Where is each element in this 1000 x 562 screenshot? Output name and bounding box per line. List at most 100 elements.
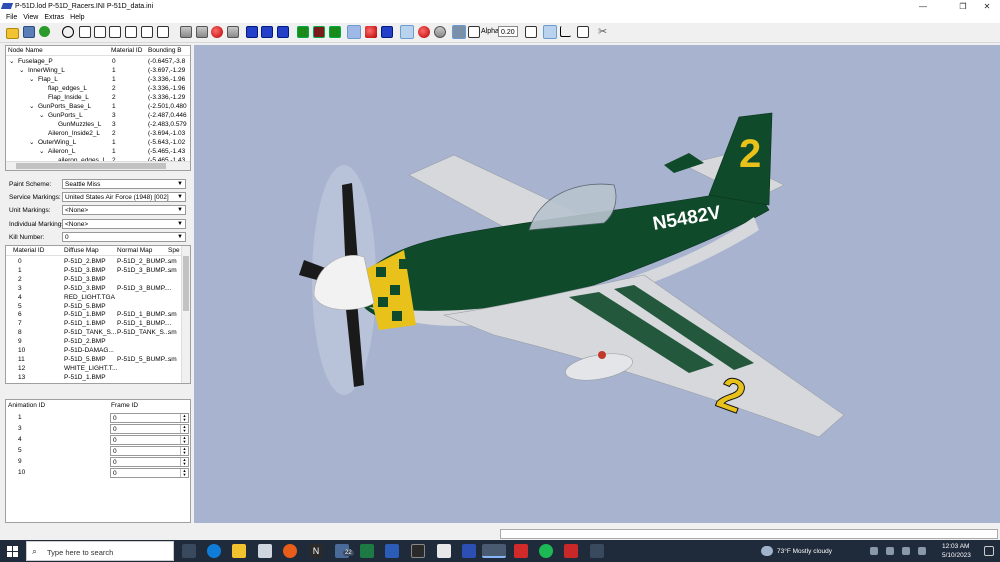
settings-icon[interactable] [437,544,451,558]
normals-icon[interactable] [246,26,258,38]
zoom-icon[interactable] [62,26,74,38]
clock-time[interactable]: 12:03 AM [942,543,969,550]
material-cell-id[interactable]: 13 [18,374,25,381]
tree-node-name[interactable]: OuterWing_L [38,139,76,146]
lod-app-icon[interactable] [462,544,476,558]
tree-expander[interactable]: ⌄ [39,111,44,119]
stepper-arrows-icon[interactable]: ▲ ▼ [180,436,188,444]
frame-id-stepper[interactable]: 0 ▲ ▼ [110,457,189,467]
menu-extras[interactable]: Extras [44,14,64,21]
tree-node-name[interactable]: Flap_Inside_L [48,94,89,101]
tools-tray-icon[interactable] [590,544,604,558]
tree-node-name[interactable]: Flap_L [38,76,58,83]
stepper-arrows-icon[interactable]: ▲ ▼ [180,425,188,433]
view-back-icon[interactable] [94,26,106,38]
chevron-down-icon[interactable]: ▼ [177,220,183,229]
weather-text[interactable]: 73°F Mostly cloudy [777,548,832,555]
stepper-arrows-icon[interactable]: ▲ ▼ [180,458,188,466]
transparency-icon[interactable] [452,25,466,39]
open-folder-icon[interactable] [6,28,19,39]
selected-tool-icon[interactable] [347,25,361,39]
tree-node-name[interactable]: GunPorts_L [48,112,83,119]
tree-expander[interactable]: ⌄ [9,57,14,65]
excel-icon[interactable] [360,544,374,558]
tree-expander[interactable]: ⌄ [29,138,34,146]
alpha-frame-icon[interactable] [468,26,480,38]
frame-id-stepper[interactable]: 0 ▲ ▼ [110,435,189,445]
notion-icon[interactable]: N [309,544,323,558]
field-dropdown[interactable]: <None> ▼ [62,219,186,229]
save-icon[interactable] [23,26,35,38]
graph-icon[interactable] [560,26,571,37]
lighting-icon[interactable] [297,26,309,38]
diffuse-map-col[interactable]: Diffuse Map [64,247,99,254]
frame-id-stepper[interactable]: 0 ▲ ▼ [110,413,189,423]
tree-scrollbar[interactable] [6,161,190,170]
stepper-arrows-icon[interactable]: ▲ ▼ [180,414,188,422]
material-cell-id[interactable]: 10 [18,347,25,354]
tree-node-name[interactable]: GunPorts_Base_L [38,103,91,110]
specular-icon[interactable] [381,26,393,38]
grid-icon[interactable] [525,26,537,38]
material-cell-id[interactable]: 7 [18,320,22,327]
firefox-icon[interactable] [283,544,297,558]
node-name-header[interactable]: Node Name [8,47,43,54]
material-cell-id[interactable]: 6 [18,311,22,318]
windows-start-icon[interactable] [7,546,18,557]
material-cell-id[interactable]: 11 [18,356,25,363]
tree-expander[interactable]: ⌄ [29,102,34,110]
edge-icon[interactable] [207,544,221,558]
menu-file[interactable]: File [6,14,17,21]
stepper-arrows-icon[interactable]: ▲ ▼ [180,447,188,455]
taskbar-search[interactable]: ⌕ Type here to search [26,541,174,561]
tree-node-name[interactable]: GunMuzzles_L [58,121,101,128]
collision-icon[interactable] [329,26,341,38]
store-icon[interactable] [258,544,272,558]
animation-id-col[interactable]: Animation ID [8,402,45,409]
tree-node-name[interactable]: flap_edges_L [48,85,87,92]
animations-table[interactable]: Animation ID Frame ID 1 0 ▲ ▼ 3 0 ▲ ▼ 4 0 ▲ ▼ 5 0 ▲ ▼ 9 0… [5,399,191,523]
stepper-arrows-icon[interactable]: ▲ ▼ [180,469,188,477]
chevron-down-icon[interactable]: ▼ [177,180,183,189]
tray-speaker-icon[interactable] [886,547,894,555]
alpha-input[interactable]: 0.20 [498,26,518,37]
view-bottom-icon[interactable] [157,26,169,38]
tree-node-name[interactable]: Fuselage_P [18,58,53,65]
material-cell-id[interactable]: 1 [18,267,22,274]
chevron-down-icon[interactable]: ▼ [177,233,183,242]
chevron-down-icon[interactable]: ▼ [177,206,183,215]
tray-battery-icon[interactable] [902,547,910,555]
shield-icon[interactable] [564,544,578,558]
weather-icon[interactable] [761,546,773,556]
bounding-box-header[interactable]: Bounding B [148,47,182,54]
frame-id-stepper[interactable]: 0 ▲ ▼ [110,446,189,456]
axes-icon[interactable] [277,26,289,38]
normal-map-col[interactable]: Normal Map [117,247,152,254]
field-dropdown[interactable]: 0 ▼ [62,232,186,242]
clock-date[interactable]: 5/10/2023 [942,552,971,559]
material-cell-id[interactable]: 4 [18,294,22,301]
frame-id-stepper[interactable]: 0 ▲ ▼ [110,424,189,434]
tree-expander[interactable]: ⌄ [29,75,34,83]
render-red-icon[interactable] [211,26,223,38]
bounding-box-icon[interactable] [261,26,273,38]
texture-icon[interactable] [39,26,50,37]
chevron-down-icon[interactable]: ▼ [177,193,183,202]
material-cell-id[interactable]: 2 [18,276,22,283]
tree-expander[interactable]: ⌄ [19,66,24,74]
lod-app-active-icon[interactable] [482,544,506,558]
acrobat-icon[interactable] [514,544,528,558]
material-id-col[interactable]: Material ID [13,247,44,254]
view-top-icon[interactable] [141,26,153,38]
menu-help[interactable]: Help [70,14,84,21]
material-cell-id[interactable]: 9 [18,338,22,345]
file-explorer-icon[interactable] [232,544,246,558]
minimize-button[interactable]: — [908,0,938,12]
field-dropdown[interactable]: <None> ▼ [62,205,186,215]
tree-expander[interactable]: ⌄ [39,147,44,155]
notifications-icon[interactable] [984,546,994,556]
field-dropdown[interactable]: United States Air Force (1948) [002] ▼ [62,192,186,202]
material-cell-id[interactable]: 0 [18,258,22,265]
task-view-icon[interactable] [182,544,196,558]
material-id-header[interactable]: Material ID [111,47,142,54]
